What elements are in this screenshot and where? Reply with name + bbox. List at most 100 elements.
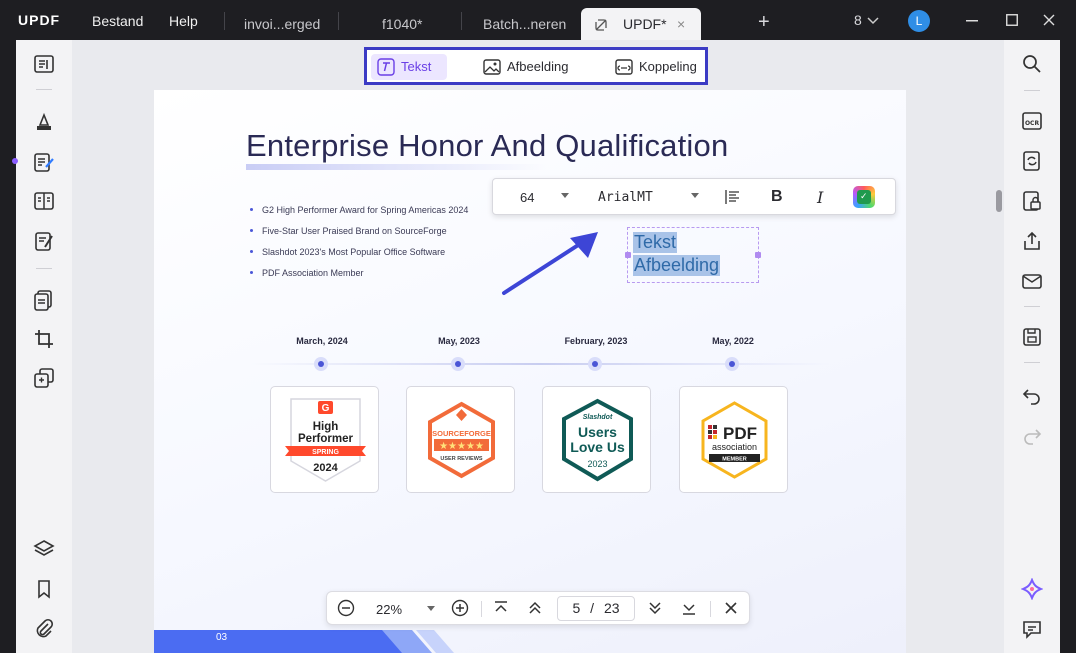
bullet-item[interactable]: Five-Star User Praised Brand on SourceFo…: [250, 226, 468, 247]
edit-pdf-icon[interactable]: [33, 151, 55, 173]
combine-icon[interactable]: [33, 367, 55, 389]
user-avatar[interactable]: L: [908, 10, 930, 32]
link-mode-button[interactable]: Koppeling: [609, 54, 697, 80]
g2-badge-card[interactable]: G High Performer SPRING 2024: [270, 386, 379, 493]
font-name-dropdown-icon[interactable]: [691, 193, 699, 198]
organize-pages-icon[interactable]: [33, 190, 55, 212]
zoom-out-icon[interactable]: [336, 598, 356, 618]
bullet-item[interactable]: Slashdot 2023's Most Popular Office Soft…: [250, 247, 468, 268]
g2-line2: Performer: [298, 433, 353, 445]
sourceforge-badge-icon: SOURCEFORGE ★★★★★ USER REVIEWS: [428, 401, 495, 479]
text-mode-label: Tekst: [401, 59, 432, 74]
next-page-icon[interactable]: [645, 598, 665, 618]
zoom-in-icon[interactable]: [450, 598, 470, 618]
previous-page-icon[interactable]: [525, 598, 545, 618]
new-tab-icon[interactable]: +: [758, 11, 770, 34]
sourceforge-caption: USER REVIEWS: [440, 456, 483, 462]
highlighter-icon[interactable]: [33, 111, 55, 133]
divider: [1024, 90, 1040, 91]
zoom-level[interactable]: 22%: [376, 602, 402, 617]
menu-help[interactable]: Help: [169, 13, 198, 29]
selected-text-line[interactable]: Tekst: [633, 232, 678, 253]
save-icon[interactable]: [1021, 326, 1043, 348]
comment-icon[interactable]: [1021, 618, 1043, 640]
timeline-dot: [314, 357, 328, 371]
timeline-date[interactable]: May, 2022: [683, 336, 783, 346]
selected-text-line[interactable]: Afbeelding: [633, 255, 721, 276]
vertical-scrollbar[interactable]: [996, 190, 1002, 212]
divider: [1024, 306, 1040, 307]
text-mode-button[interactable]: Tekst: [371, 54, 447, 80]
share-icon[interactable]: [1021, 230, 1043, 252]
resize-handle-right[interactable]: [755, 252, 761, 258]
color-check-icon: ✓: [860, 191, 868, 201]
font-size-value[interactable]: 64: [520, 190, 534, 205]
undo-icon[interactable]: [1021, 384, 1043, 406]
left-toolbar: [12, 40, 72, 653]
pdfa-line3: MEMBER: [722, 457, 746, 463]
ai-assistant-icon[interactable]: [1020, 577, 1044, 601]
font-name-value[interactable]: ArialMT: [598, 190, 653, 205]
timeline-dot: [588, 357, 602, 371]
pdf-page[interactable]: Enterprise Honor And Qualification G2 Hi…: [154, 90, 906, 653]
page-number-input[interactable]: 5 / 23: [557, 596, 635, 621]
bullet-item[interactable]: PDF Association Member: [250, 268, 468, 289]
layers-icon[interactable]: [33, 538, 55, 560]
text-tool-icon: [377, 58, 395, 76]
tab-invoice[interactable]: invoi...erged: [244, 9, 320, 39]
redo-icon[interactable]: [1021, 424, 1043, 446]
divider: [481, 601, 482, 617]
g2-logo-text: G: [322, 403, 330, 414]
convert-icon[interactable]: [1021, 150, 1043, 172]
pdf-association-badge-card[interactable]: PDF association MEMBER: [679, 386, 788, 493]
total-pages: 23: [603, 600, 620, 616]
crop-icon[interactable]: [33, 328, 55, 350]
attachment-icon[interactable]: [33, 618, 55, 640]
close-window-icon[interactable]: [1043, 14, 1055, 26]
minimize-icon[interactable]: [966, 20, 978, 22]
first-page-icon[interactable]: [491, 598, 511, 618]
timeline-date[interactable]: March, 2024: [272, 336, 372, 346]
text-color-picker[interactable]: ✓: [853, 186, 875, 208]
tab-batch[interactable]: Batch...neren: [483, 9, 566, 39]
fill-sign-icon[interactable]: [33, 230, 55, 252]
page-separator: /: [590, 600, 595, 616]
menu-file[interactable]: Bestand: [92, 13, 143, 29]
chevron-down-icon[interactable]: [867, 16, 879, 26]
ocr-icon[interactable]: OCR: [1021, 110, 1043, 132]
pdfa-line1: PDF: [723, 424, 757, 443]
tab-count[interactable]: 8: [854, 12, 862, 28]
bold-button[interactable]: B: [771, 188, 783, 206]
email-icon[interactable]: [1021, 270, 1043, 292]
italic-button[interactable]: I: [817, 188, 823, 207]
search-icon[interactable]: [1021, 53, 1043, 75]
g2-year: 2024: [313, 462, 338, 474]
image-mode-button[interactable]: Afbeelding: [477, 54, 568, 80]
tab-updf[interactable]: UPDF* ×: [581, 8, 701, 42]
page-tools-icon[interactable]: [33, 289, 55, 311]
close-nav-icon[interactable]: [721, 598, 741, 618]
svg-text:OCR: OCR: [1025, 120, 1040, 127]
last-page-icon[interactable]: [679, 598, 699, 618]
arrow-annotation[interactable]: [498, 228, 608, 298]
bookmark-icon[interactable]: [33, 578, 55, 600]
selected-text-box[interactable]: Tekst Afbeelding: [625, 227, 761, 283]
resize-handle-left[interactable]: [625, 252, 631, 258]
reader-icon[interactable]: [33, 53, 55, 75]
divider: [1024, 362, 1040, 363]
document-edit-icon: [595, 19, 607, 31]
bullet-item[interactable]: G2 High Performer Award for Spring Ameri…: [250, 205, 468, 226]
protect-icon[interactable]: [1021, 190, 1043, 212]
sourceforge-badge-card[interactable]: SOURCEFORGE ★★★★★ USER REVIEWS: [406, 386, 515, 493]
zoom-dropdown-icon[interactable]: [427, 606, 435, 611]
font-size-dropdown-icon[interactable]: [561, 193, 569, 198]
tab-f1040[interactable]: f1040*: [382, 9, 422, 39]
timeline-date[interactable]: May, 2023: [409, 336, 509, 346]
slashdot-badge-card[interactable]: Slashdot Users Love Us 2023: [542, 386, 651, 493]
tab-close-icon[interactable]: ×: [677, 8, 685, 40]
right-toolbar: OCR: [1004, 40, 1060, 653]
timeline-date[interactable]: February, 2023: [546, 336, 646, 346]
align-left-icon[interactable]: [725, 189, 741, 205]
page-title[interactable]: Enterprise Honor And Qualification: [246, 128, 728, 164]
maximize-icon[interactable]: [1006, 14, 1018, 26]
